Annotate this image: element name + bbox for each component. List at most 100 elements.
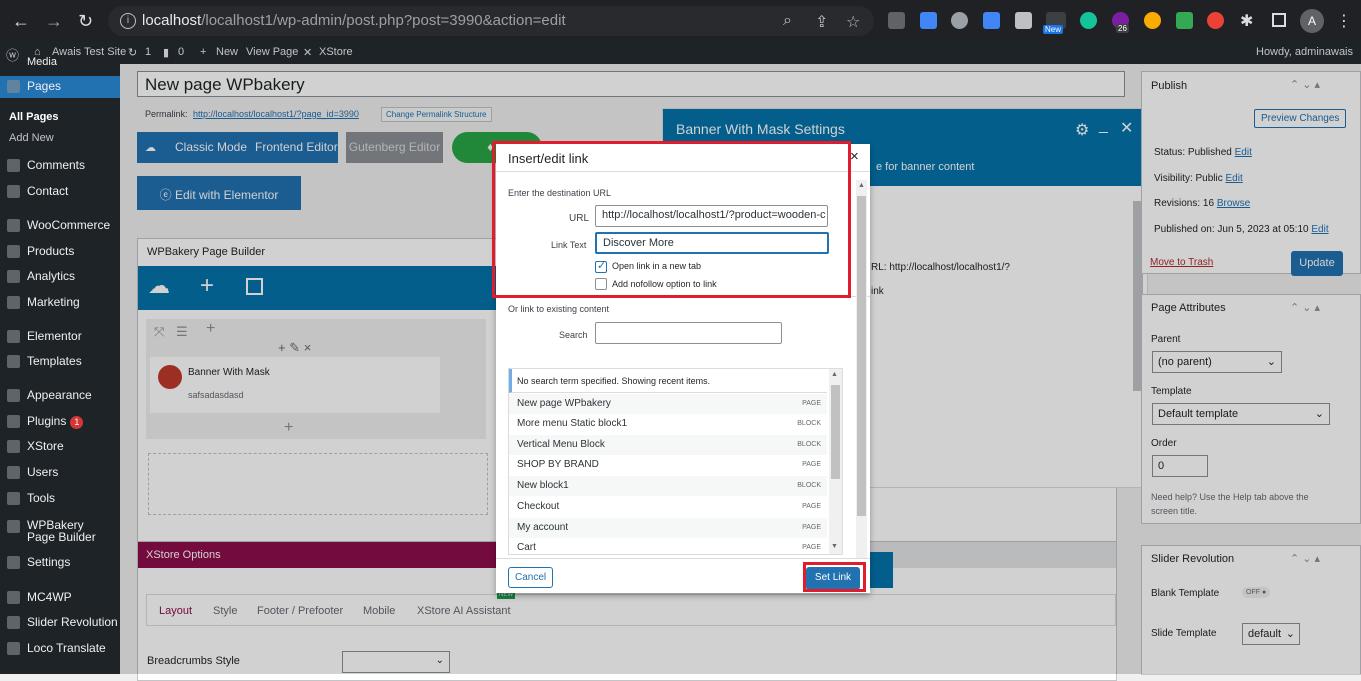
- sidebar-item-pages[interactable]: Pages: [0, 76, 120, 98]
- updates-icon: ↻: [128, 47, 138, 59]
- wpbakery-icon: [7, 520, 20, 533]
- sidebar-item-contact[interactable]: Contact: [0, 181, 120, 203]
- search-input[interactable]: [595, 322, 782, 344]
- slider-revolution-icon: [7, 616, 20, 629]
- extension-sheets-icon[interactable]: [1176, 12, 1193, 29]
- sidebar-item-mc4wp[interactable]: MC4WP: [0, 587, 120, 609]
- address-bar[interactable]: i localhost/localhost1/wp-admin/post.php…: [108, 6, 874, 36]
- xstore-link[interactable]: XStore: [319, 46, 353, 58]
- dialog-scrollbar[interactable]: ▲: [856, 180, 867, 580]
- comments-count[interactable]: 0: [178, 46, 184, 58]
- sidebar-item-elementor[interactable]: Elementor: [0, 326, 120, 348]
- sidebar-item-tools[interactable]: Tools: [0, 488, 120, 510]
- sidebar-sub-add-new[interactable]: Add New: [9, 132, 54, 144]
- scroll-down-icon[interactable]: ▼: [831, 543, 838, 550]
- bookmark-star-icon[interactable]: ☆: [846, 12, 860, 32]
- sidebar-item-comments[interactable]: Comments: [0, 155, 120, 177]
- sidebar-item-users[interactable]: Users: [0, 462, 120, 484]
- products-icon: [7, 245, 20, 258]
- admin-sidebar: Media Pages All Pages Add New Comments C…: [0, 56, 120, 674]
- woocommerce-icon: [7, 219, 20, 232]
- folder-icon: [7, 355, 20, 368]
- analytics-icon: [7, 270, 20, 283]
- sidebar-item-media[interactable]: Media: [27, 56, 57, 68]
- sidebar-item-slider-revolution[interactable]: Slider Revolution: [0, 612, 120, 634]
- side-panel-icon[interactable]: [1272, 13, 1286, 27]
- info-icon[interactable]: i: [120, 13, 136, 29]
- existing-content-label: Or link to existing content: [508, 304, 610, 314]
- result-item[interactable]: More menu Static block1 BLOCK: [509, 414, 827, 434]
- elementor-icon: [7, 330, 20, 343]
- result-item[interactable]: Vertical Menu Block BLOCK: [509, 435, 827, 455]
- result-item[interactable]: Cart PAGE: [509, 538, 827, 554]
- wp-admin-bar: ⓦ ⌂ Awais Test Site ↻ 1 ▮ 0 + New View P…: [0, 42, 1361, 64]
- extension-docs-icon[interactable]: [920, 12, 937, 29]
- menu-kebab-icon[interactable]: ⋮: [1336, 11, 1352, 31]
- results-scrollbar[interactable]: ▲ ▼: [829, 369, 842, 554]
- updates-count[interactable]: 1: [145, 46, 151, 58]
- extension-moon-icon[interactable]: [1144, 12, 1161, 29]
- plugin-icon: [7, 415, 20, 428]
- profile-avatar[interactable]: A: [1300, 9, 1324, 33]
- sidebar-item-analytics[interactable]: Analytics: [0, 266, 120, 288]
- extension-translate-icon[interactable]: [983, 12, 1000, 29]
- comments-icon: ▮: [163, 47, 170, 59]
- results-scroll-thumb[interactable]: [831, 385, 840, 479]
- result-item[interactable]: New page WPbakery PAGE: [509, 394, 827, 414]
- reload-icon[interactable]: ↻: [78, 11, 93, 31]
- extension-recycle-icon[interactable]: [888, 12, 905, 29]
- dialog-close-icon[interactable]: ×: [850, 148, 859, 165]
- megaphone-icon: [7, 296, 20, 309]
- results-notice: No search term specified. Showing recent…: [509, 369, 827, 393]
- extension-count-badge: 26: [1116, 24, 1129, 33]
- plus-icon: +: [200, 46, 207, 58]
- sidebar-item-settings[interactable]: Settings: [0, 552, 120, 574]
- result-item[interactable]: My account PAGE: [509, 518, 827, 538]
- wrench-icon: [7, 492, 20, 505]
- result-item[interactable]: New block1 BLOCK: [509, 476, 827, 496]
- sidebar-item-appearance[interactable]: Appearance: [0, 385, 120, 407]
- extension-chrome-icon[interactable]: [1207, 12, 1224, 29]
- pages-icon: [7, 80, 20, 93]
- zoom-icon[interactable]: ⌕: [783, 12, 792, 30]
- wordpress-logo-icon[interactable]: ⓦ: [6, 45, 19, 64]
- extension-globe-icon[interactable]: [951, 12, 968, 29]
- result-item[interactable]: Checkout PAGE: [509, 497, 827, 517]
- back-icon[interactable]: ←: [12, 11, 30, 31]
- brush-icon: [7, 389, 20, 402]
- sidebar-item-templates[interactable]: Templates: [0, 351, 120, 373]
- sidebar-item-xstore[interactable]: XStore: [0, 436, 120, 458]
- sidebar-item-plugins[interactable]: Plugins 1: [0, 411, 120, 433]
- sidebar-item-products[interactable]: Products: [0, 241, 120, 263]
- search-label: Search: [559, 330, 588, 340]
- dialog-scroll-thumb[interactable]: [857, 196, 866, 516]
- extension-grammarly-icon[interactable]: [1080, 12, 1097, 29]
- sidebar-item-woocommerce[interactable]: WooCommerce: [0, 215, 120, 237]
- extension-camera-icon[interactable]: [1015, 12, 1032, 29]
- sidebar-item-wpbakery[interactable]: WPBakery Page Builder: [0, 516, 120, 546]
- sidebar-item-marketing[interactable]: Marketing: [0, 292, 120, 314]
- scroll-up-icon[interactable]: ▲: [831, 371, 838, 378]
- extensions-puzzle-icon[interactable]: ✱: [1240, 11, 1253, 31]
- address-url: localhost/localhost1/wp-admin/post.php?p…: [142, 12, 566, 29]
- howdy-user[interactable]: Howdy, adminawais: [1256, 46, 1353, 58]
- comments-icon: [7, 159, 20, 172]
- scroll-up-icon[interactable]: ▲: [858, 182, 865, 189]
- settings-icon: [7, 556, 20, 569]
- share-icon[interactable]: ⇪: [815, 12, 828, 32]
- xstore-icon: [7, 440, 20, 453]
- new-link[interactable]: New: [216, 46, 238, 58]
- cancel-button[interactable]: Cancel: [508, 567, 554, 588]
- annotation-highlight-fields: [492, 141, 851, 298]
- forward-icon[interactable]: →: [45, 11, 63, 31]
- results-list: No search term specified. Showing recent…: [508, 368, 843, 555]
- extension-new-badge: New: [1043, 25, 1064, 34]
- sidebar-item-loco-translate[interactable]: Loco Translate: [0, 638, 120, 660]
- users-icon: [7, 466, 20, 479]
- view-page-link[interactable]: View Page: [246, 46, 298, 58]
- result-item[interactable]: SHOP BY BRAND PAGE: [509, 455, 827, 475]
- sidebar-sub-all-pages[interactable]: All Pages: [9, 111, 59, 123]
- translate-icon: [7, 642, 20, 655]
- browser-toolbar: ← → ↻ i localhost/localhost1/wp-admin/po…: [0, 0, 1361, 42]
- site-name-link[interactable]: Awais Test Site: [52, 46, 126, 58]
